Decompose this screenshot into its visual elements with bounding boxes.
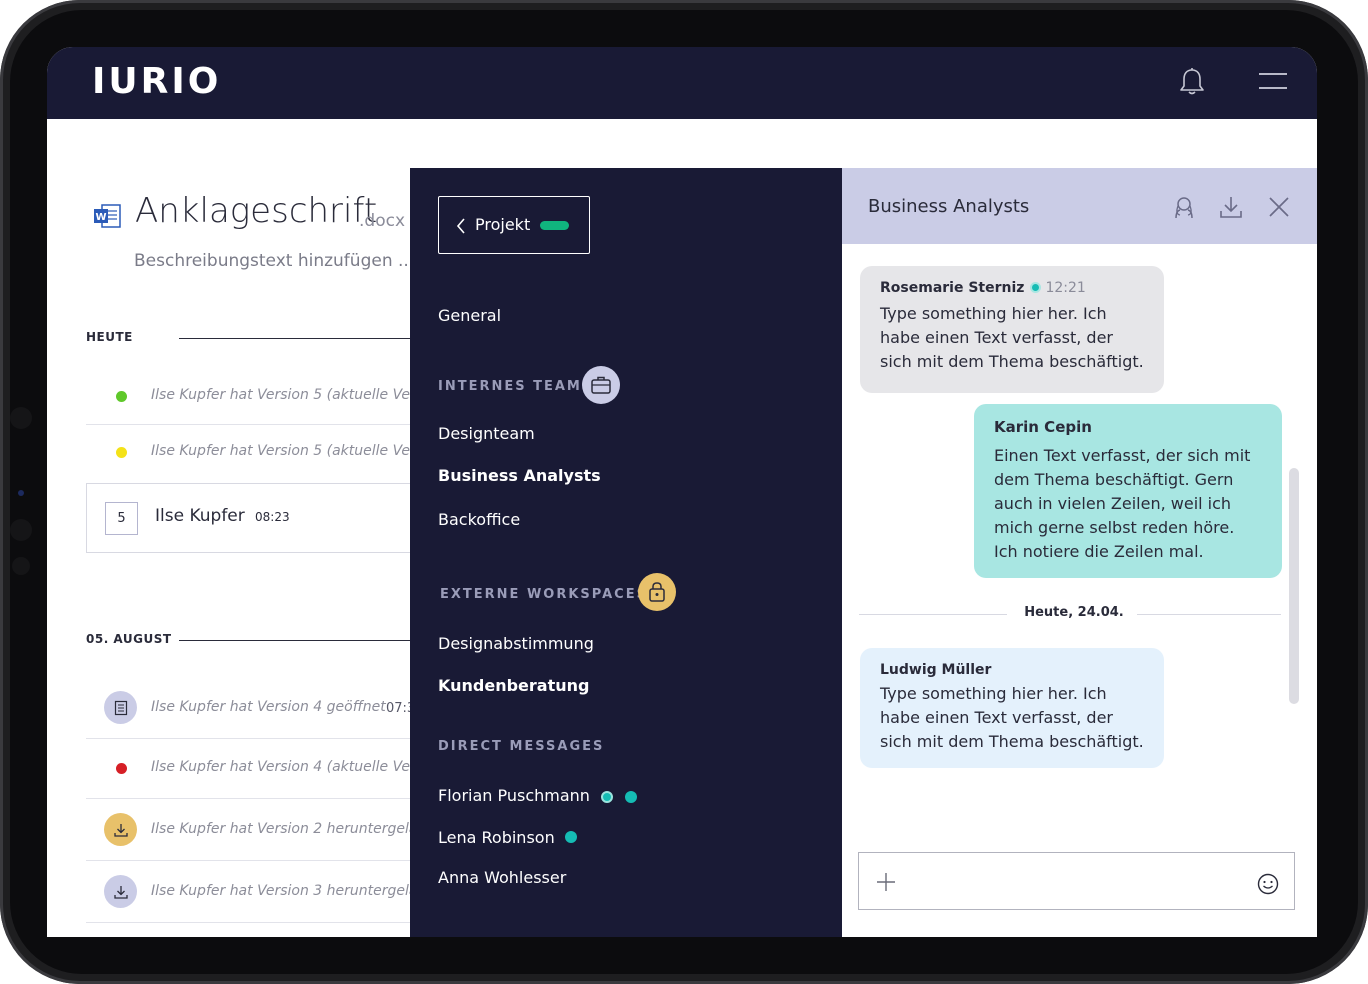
section-internal-team: INTERNES TEAM (438, 379, 582, 394)
nav-item-designteam[interactable]: Designteam (438, 424, 535, 443)
project-label: Projekt (475, 215, 531, 234)
tablet-frame: IURIO W Anklageschrift .docx Beschreibun… (0, 0, 1368, 984)
chat-scrollbar[interactable] (1289, 468, 1299, 704)
menu-icon[interactable] (1259, 71, 1289, 91)
status-dot (116, 391, 127, 402)
section-label-today: HEUTE (86, 330, 133, 344)
nav-item-kundenberatung[interactable]: Kundenberatung (438, 676, 589, 695)
plus-icon[interactable] (875, 871, 897, 893)
version-card[interactable]: 5 Ilse Kupfer 08:23 (86, 483, 426, 553)
document-description[interactable]: Beschreibungstext hinzufügen ... (134, 251, 414, 271)
date-separator: Heute, 24.04. (859, 604, 1281, 624)
message-author: Ludwig Müller (880, 662, 992, 678)
message-text: Type something hier her. Ich habe einen … (880, 684, 1144, 751)
chat-message[interactable]: Rosemarie Sterniz 12:21 Type something hi… (860, 266, 1164, 393)
presence-dot (1030, 282, 1042, 293)
activity-text: Ilse Kupfer hat Version 4 geöffnet (151, 699, 386, 715)
top-bar: IURIO (47, 47, 1317, 119)
status-dot (116, 763, 127, 774)
activity-row[interactable]: Ilse Kupfer hat Version 5 (aktuelle Vers… (86, 425, 450, 481)
chat-message-own[interactable]: Karin Cepin Einen Text verfasst, der sic… (974, 404, 1282, 578)
nav-item-business-analysts[interactable]: Business Analysts (438, 466, 601, 485)
chevron-left-icon (456, 218, 465, 234)
activity-text: Ilse Kupfer hat Version 5 (aktuelle Vers… (151, 387, 450, 403)
message-text: Einen Text verfasst, der sich mit dem Th… (994, 446, 1251, 561)
message-author: Rosemarie Sterniz 12:21 (880, 280, 1086, 296)
presence-dot (625, 791, 637, 803)
message-input[interactable] (909, 865, 1239, 897)
nav-item-designabstimmung[interactable]: Designabstimmung (438, 634, 594, 653)
emoji-icon[interactable] (1257, 873, 1279, 895)
presence-dot (601, 791, 613, 803)
dm-florian-puschmann[interactable]: Florian Puschmann (438, 786, 590, 805)
download-icon (104, 813, 137, 846)
dm-lena-robinson[interactable]: Lena Robinson (438, 828, 555, 847)
date-separator-label: Heute, 24.04. (1024, 605, 1124, 620)
version-author: Ilse Kupfer (155, 506, 245, 526)
side-sensor (12, 557, 30, 575)
activity-text: Ilse Kupfer hat Version 3 heruntergelade… (151, 883, 444, 899)
chat-title: Business Analysts (868, 196, 1030, 217)
message-author: Karin Cepin (994, 418, 1092, 436)
download-icon[interactable] (1218, 194, 1244, 220)
word-document-icon: W (94, 204, 121, 228)
activity-row[interactable]: Ilse Kupfer hat Version 5 (aktuelle Vers… (86, 369, 450, 425)
camera-dot (18, 490, 24, 496)
download-icon (104, 875, 137, 908)
presence-dot (565, 831, 577, 843)
document-icon (104, 691, 137, 724)
activity-row[interactable]: Ilse Kupfer hat Version 2 heruntergelade… (86, 799, 444, 861)
section-external-workspaces: EXTERNE WORKSPACES (440, 587, 648, 602)
message-text: Type something hier her. Ich habe einen … (880, 304, 1144, 371)
back-to-project-button[interactable]: Projekt (438, 196, 590, 254)
chat-header: Business Analysts (842, 168, 1317, 244)
side-sensor (10, 519, 32, 541)
nav-item-general[interactable]: General (438, 306, 501, 325)
message-time: 12:21 (1045, 280, 1086, 296)
activity-row[interactable]: Ilse Kupfer hat Version 3 heruntergelade… (86, 861, 444, 923)
nav-item-backoffice[interactable]: Backoffice (438, 510, 520, 529)
message-composer (858, 852, 1295, 910)
project-status-pill (540, 221, 569, 230)
section-divider (179, 640, 419, 641)
app-logo[interactable]: IURIO (92, 61, 221, 102)
app-screen: IURIO W Anklageschrift .docx Beschreibun… (47, 47, 1317, 937)
section-direct-messages: DIRECT MESSAGES (438, 739, 605, 754)
version-time: 08:23 (255, 510, 290, 524)
activity-row[interactable]: Ilse Kupfer hat Version 4 geöffnet 07:3 (86, 679, 416, 739)
activity-row[interactable]: Ilse Kupfer hat Version 4 (aktuelle Vers… (86, 739, 450, 799)
side-sensor (10, 407, 32, 429)
section-divider (179, 338, 419, 339)
dm-anna-wohlesser[interactable]: Anna Wohlesser (438, 868, 566, 887)
version-number: 5 (105, 502, 138, 535)
chat-message[interactable]: Ludwig Müller Type something hier her. I… (860, 648, 1164, 768)
notification-bell-icon[interactable] (1177, 67, 1207, 97)
channel-navigation: Projekt General INTERNES TEAM Designteam… (410, 168, 842, 937)
chat-panel: Business Analysts Rosemarie Sterniz 12:21… (842, 168, 1317, 937)
status-dot (116, 447, 127, 458)
activity-text: Ilse Kupfer hat Version 2 heruntergelade… (151, 821, 444, 837)
svg-text:W: W (95, 212, 106, 223)
lock-icon[interactable] (638, 573, 676, 611)
briefcase-icon[interactable] (582, 366, 620, 404)
document-title[interactable]: Anklageschrift (135, 191, 377, 231)
members-icon[interactable] (1171, 194, 1197, 220)
section-label-august: 05. AUGUST (86, 632, 172, 646)
activity-text: Ilse Kupfer hat Version 4 (aktuelle Vers… (151, 759, 450, 775)
document-extension: .docx (359, 211, 406, 231)
activity-text: Ilse Kupfer hat Version 5 (aktuelle Vers… (151, 443, 450, 459)
close-icon[interactable] (1266, 194, 1292, 220)
